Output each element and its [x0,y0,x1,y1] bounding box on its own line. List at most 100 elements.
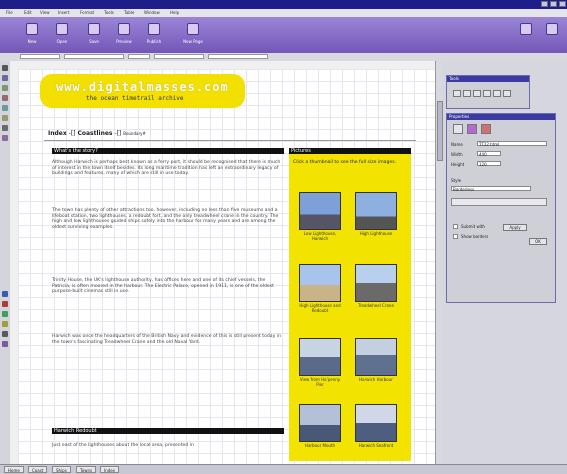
settings-toolbar-button[interactable] [540,21,564,49]
preview-button-label: Preview [116,39,132,44]
align-left-icon[interactable] [453,90,461,97]
new-button[interactable]: New [20,21,44,49]
open-folder-icon [56,23,68,35]
thumbnail-lighthouse-redoubt[interactable] [299,264,341,302]
shape-tool-icon[interactable] [2,135,8,141]
name-label: Name [451,142,463,147]
menu-view[interactable]: View [40,10,50,15]
submit-checkbox[interactable] [453,224,458,229]
new-page-button[interactable]: New Page [178,21,208,49]
text-style-icon[interactable] [453,124,463,134]
thumbnail-harbour-mouth[interactable] [299,404,341,442]
page-tab-towns[interactable]: Towns [76,466,97,473]
main-paragraph-2[interactable]: The town has plenty of other attractions… [52,208,284,230]
frame-tool-icon[interactable] [2,115,8,121]
page-tab-coast[interactable]: Coast [28,466,48,473]
style-dropdown-value: Borderless [453,187,475,192]
publish-button[interactable]: Publish [142,21,166,49]
ok-button[interactable]: OK [529,238,547,245]
caption-1: Low Lighthouse, Harwich [303,231,337,241]
menu-format[interactable]: Format [80,10,94,15]
breadcrumb-index[interactable]: Index [48,130,67,137]
hand-tool-icon[interactable] [2,341,8,347]
thumbnail-hapenny-pier[interactable] [299,338,341,376]
script-tool-icon[interactable] [2,301,8,307]
menu-table[interactable]: Table [124,10,134,15]
breadcrumb-separator: -[] [68,130,76,137]
bold-icon[interactable] [483,90,491,97]
main-footer-text[interactable]: Just east of the lighthouses about the l… [52,443,284,449]
menu-help[interactable]: Help [170,10,179,15]
media-tool-icon[interactable] [2,311,8,317]
height-label: Height [451,162,465,167]
divider [44,140,416,141]
borders-checkbox[interactable] [453,234,458,239]
font-select[interactable] [64,54,124,59]
main-paragraph-4[interactable]: Harwich was once the headquarters of the… [52,334,284,345]
name-field-value: TT22.html [479,142,500,147]
main-paragraph-1[interactable]: Although Harwich is perhaps best known a… [52,160,284,177]
pictures-intro: Click a thumbnail to see the full size i… [293,160,397,165]
align-right-icon[interactable] [473,90,481,97]
style-dropdown[interactable]: Borderless [451,186,531,192]
width-field[interactable]: 440 [477,151,501,157]
menu-file[interactable]: File [6,10,13,15]
name-field[interactable]: TT22.html [477,141,547,147]
color-select[interactable] [154,54,204,59]
page-tab-ships[interactable]: Ships [52,466,71,473]
thumbnail-high-lighthouse[interactable] [355,192,397,230]
underline-icon[interactable] [503,90,511,97]
height-field[interactable]: 120 [477,161,501,167]
thumbnail-seafront[interactable] [355,404,397,442]
thumbnail-harbour[interactable] [355,338,397,376]
page-tab-index[interactable]: Index [100,466,120,473]
menu-insert[interactable]: Insert [58,10,69,15]
width-field-value: 440 [479,152,487,157]
link-select[interactable] [208,54,268,59]
close-button[interactable] [559,1,566,7]
minimize-button[interactable] [541,1,548,7]
help-toolbar-button[interactable] [514,21,538,49]
menu-tools[interactable]: Tools [104,10,114,15]
preview-button[interactable]: Preview [112,21,136,49]
new-file-icon [26,23,38,35]
pointer-tool-icon[interactable] [2,65,8,71]
width-label: Width [451,152,463,157]
table-tool-icon[interactable] [2,95,8,101]
breadcrumb-coastlines[interactable]: Coastlines [77,130,112,137]
line-tool-icon[interactable] [2,125,8,131]
italic-icon[interactable] [493,90,501,97]
menu-window[interactable]: Window [144,10,160,15]
zoom-tool-icon[interactable] [2,331,8,337]
caption-7: Harbour Mouth [304,443,336,448]
size-select[interactable] [128,54,150,59]
thumbnail-treadwheel-crane[interactable] [355,264,397,302]
main-toolbar: New Open Save Preview Publish New Page [0,17,567,53]
help-icon [520,23,532,35]
breadcrumb-boundary[interactable]: Boundary# [123,131,146,136]
align-center-icon[interactable] [463,90,471,97]
caption-3: High Lighthouse and Redoubt [299,303,341,313]
main-paragraph-3[interactable]: Trinity House, the UK's lighthouse autho… [52,278,284,295]
pictures-column: Pictures Click a thumbnail to see the fu… [289,148,411,461]
apply-button[interactable]: Apply [503,224,527,231]
right-panel: Tools Properties Name TT22.html Width 44… [443,61,567,464]
caption-8: Harwich Seafront [358,443,394,448]
layer-tool-icon[interactable] [2,291,8,297]
pictures-heading: Pictures [289,148,411,154]
plugin-tool-icon[interactable] [2,321,8,327]
text-tool-icon[interactable] [2,75,8,81]
menu-edit[interactable]: Edit [24,10,32,15]
style-select[interactable] [20,54,60,59]
option-row[interactable] [451,198,547,206]
save-button[interactable]: Save [82,21,106,49]
form-tool-icon[interactable] [2,105,8,111]
publish-icon [148,23,160,35]
maximize-button[interactable] [550,1,557,7]
image-tool-icon[interactable] [2,85,8,91]
image-style-icon[interactable] [467,124,477,134]
thumbnail-low-lighthouse[interactable] [299,192,341,230]
link-style-icon[interactable] [481,124,491,134]
page-tab-home[interactable]: Home [4,466,24,473]
open-button[interactable]: Open [50,21,74,49]
